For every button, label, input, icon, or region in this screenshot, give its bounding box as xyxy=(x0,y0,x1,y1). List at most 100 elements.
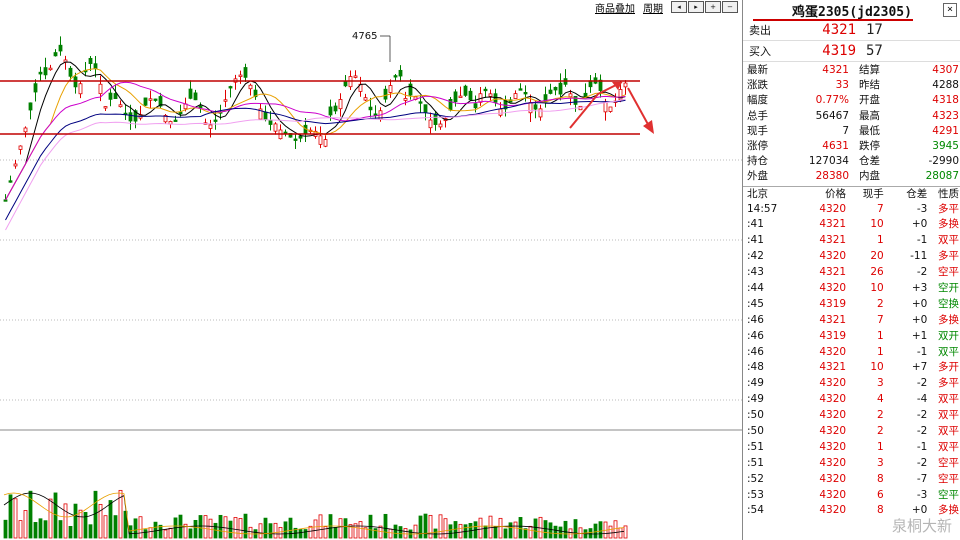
volume-bar xyxy=(133,518,138,539)
quote-k1: 总手 xyxy=(747,109,768,122)
ticks-header-nature: 性质 xyxy=(938,187,959,200)
tick-price: 4320 xyxy=(819,472,847,485)
tick-oi: -1 xyxy=(916,440,928,453)
candle-body xyxy=(298,135,303,139)
quote-k2: 最低 xyxy=(859,124,880,137)
tick-time: :44 xyxy=(747,281,764,294)
zoom-in-icon[interactable]: + xyxy=(705,1,721,13)
ask-label: 卖出 xyxy=(749,24,771,37)
quote-v1: 0.77% xyxy=(815,94,849,107)
bid-volume: 57 xyxy=(866,43,883,59)
tick-time: :48 xyxy=(747,361,764,374)
tick-vol: 4 xyxy=(877,393,884,406)
volume-bar xyxy=(128,525,133,539)
volume-bar xyxy=(313,519,318,539)
fall-arrow-head xyxy=(643,120,654,134)
tick-oi: -2 xyxy=(916,409,928,422)
candle-body xyxy=(68,67,73,77)
tick-vol: 10 xyxy=(870,361,884,374)
tick-time: :41 xyxy=(747,218,764,231)
kline-chart[interactable]: 4765 xyxy=(0,0,742,540)
volume-bar xyxy=(143,529,148,539)
tick-time: :41 xyxy=(747,234,764,247)
volume-bar xyxy=(113,515,118,539)
candle-body xyxy=(523,91,528,95)
ticks-list[interactable]: 14:57 4320 7 -3 多平:41 4321 10 +0 多换:41 4321 1 -1 双平:… xyxy=(743,202,960,520)
tick-row: :48 4321 10 +7 多开 xyxy=(743,360,960,376)
candle-body xyxy=(518,88,523,91)
tick-oi: +0 xyxy=(911,504,928,517)
volume-bar xyxy=(13,498,18,539)
tick-price: 4320 xyxy=(819,424,847,437)
tick-nature: 多换 xyxy=(938,313,959,326)
candle-body xyxy=(8,180,13,183)
volume-bar xyxy=(73,503,78,539)
tick-oi: +0 xyxy=(911,313,928,326)
tick-price: 4320 xyxy=(819,281,847,294)
tick-nature: 多平 xyxy=(938,250,959,263)
volume-bar xyxy=(343,518,348,539)
candle-body xyxy=(468,90,473,101)
volume-bar xyxy=(518,517,523,539)
quote-panel: 鸡蛋2305(jd2305) × 卖出 4321 17 买入 4319 57 最… xyxy=(742,0,960,540)
volume-bar xyxy=(423,513,428,539)
left-arrow-icon[interactable]: ◂ xyxy=(671,1,687,13)
candle-body xyxy=(623,82,628,88)
ma-line xyxy=(5,98,626,231)
candle-body xyxy=(463,85,468,96)
tick-vol: 2 xyxy=(877,424,884,437)
tick-row: :50 4320 2 -2 双平 xyxy=(743,424,960,440)
volume-bar xyxy=(168,527,173,539)
volume-bar xyxy=(513,521,518,539)
quote-v2: 4323 xyxy=(932,109,959,122)
tick-oi: -2 xyxy=(916,424,928,437)
quote-row: 外盘 28380 内盘 28087 xyxy=(743,169,960,184)
volume-bar xyxy=(333,527,338,539)
tick-vol: 3 xyxy=(877,456,884,469)
volume-bar xyxy=(108,500,113,539)
quote-k2: 内盘 xyxy=(859,170,880,183)
candle-body xyxy=(188,88,193,99)
volume-bar xyxy=(458,523,463,539)
tick-row: :42 4320 20 -11 多平 xyxy=(743,249,960,265)
tick-oi: +1 xyxy=(911,329,928,342)
volume-bar xyxy=(283,521,288,539)
quote-v1: 28380 xyxy=(815,170,849,183)
candle-body xyxy=(148,98,153,101)
volume-bar xyxy=(483,525,488,539)
candle-body xyxy=(548,89,553,94)
candle-body xyxy=(58,44,63,52)
tick-nature: 双平 xyxy=(938,440,959,453)
volume-bar xyxy=(358,521,363,539)
candle-body xyxy=(198,105,203,108)
tick-nature: 双平 xyxy=(938,345,959,358)
tick-row: :53 4320 6 -3 空平 xyxy=(743,488,960,504)
tick-nature: 双平 xyxy=(938,424,959,437)
tick-price: 4320 xyxy=(819,504,847,517)
candle-body xyxy=(73,76,78,88)
right-arrow-icon[interactable]: ▸ xyxy=(688,1,704,13)
volume-bar xyxy=(298,529,303,539)
tick-vol: 2 xyxy=(877,409,884,422)
candle-body xyxy=(268,119,273,125)
kline-chart-area[interactable]: 4765 商品叠加 周期 ◂ ▸ + − xyxy=(0,0,742,540)
volume-bar xyxy=(263,517,268,539)
zoom-out-icon[interactable]: − xyxy=(722,1,738,13)
tick-oi: -2 xyxy=(916,377,928,390)
candle-body xyxy=(293,138,298,141)
candle-body xyxy=(423,104,428,113)
overlay-link[interactable]: 商品叠加 xyxy=(595,0,635,15)
tick-nature: 多换 xyxy=(938,218,959,231)
close-icon[interactable]: × xyxy=(943,3,957,17)
tick-oi: -1 xyxy=(916,345,928,358)
candle-body xyxy=(228,86,233,89)
candle-body xyxy=(103,106,108,109)
candle-body xyxy=(213,119,218,122)
volume-bar xyxy=(373,528,378,539)
candle-body xyxy=(488,93,493,97)
volume-bar xyxy=(393,524,398,539)
volume-bar xyxy=(493,526,498,539)
tick-oi: +3 xyxy=(911,281,928,294)
period-link[interactable]: 周期 xyxy=(643,0,663,15)
volume-bar xyxy=(43,520,48,539)
